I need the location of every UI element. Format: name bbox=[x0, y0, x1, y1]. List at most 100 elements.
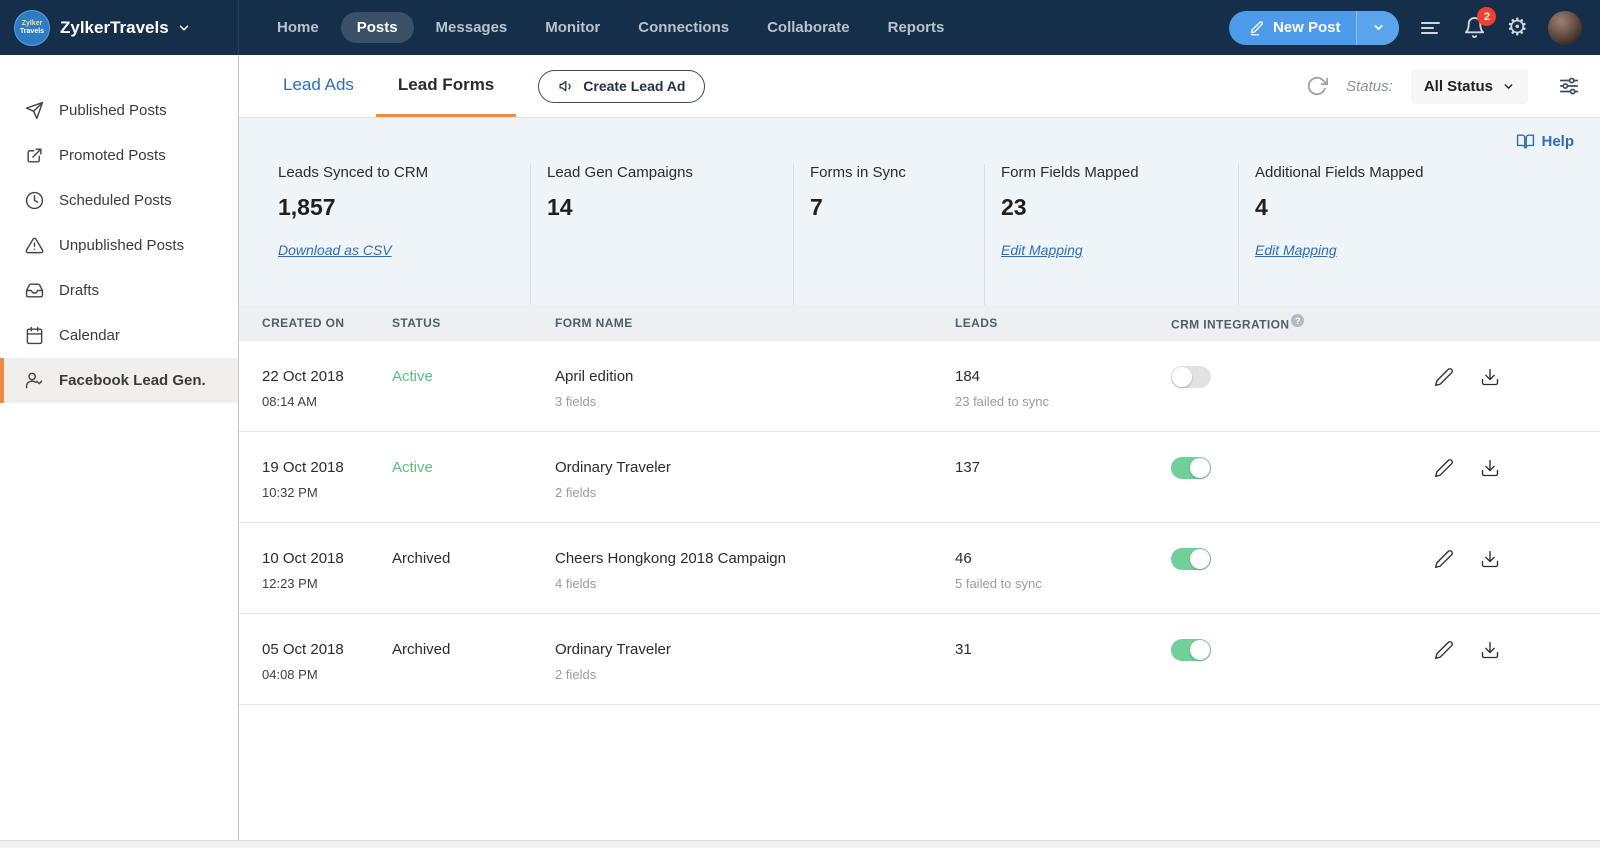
table-row: 22 Oct 2018 08:14 AM Active April editio… bbox=[239, 341, 1600, 432]
leads-count: 137 bbox=[955, 459, 1171, 476]
edit-form-button[interactable] bbox=[1434, 640, 1454, 704]
nav-messages[interactable]: Messages bbox=[420, 12, 524, 43]
header-controls: Status: All Status bbox=[1306, 55, 1600, 117]
help-link[interactable]: Help bbox=[1516, 132, 1574, 151]
download-icon bbox=[1480, 549, 1500, 569]
header-crm-integration: CRM INTEGRATION? bbox=[1171, 314, 1397, 332]
sidebar-item-label: Unpublished Posts bbox=[59, 237, 184, 254]
create-lead-ad-label: Create Lead Ad bbox=[583, 78, 685, 94]
app-root: Zylker Travels ZylkerTravels Home Posts … bbox=[0, 0, 1600, 848]
download-leads-button[interactable] bbox=[1480, 367, 1500, 431]
tab-lead-ads[interactable]: Lead Ads bbox=[261, 55, 376, 117]
brand-switcher[interactable]: Zylker Travels ZylkerTravels bbox=[0, 0, 239, 55]
brand-name: ZylkerTravels bbox=[60, 18, 169, 38]
crm-sync-toggle[interactable] bbox=[1171, 457, 1211, 479]
list-icon bbox=[1419, 16, 1443, 40]
sidebar-item-scheduled-posts[interactable]: Scheduled Posts bbox=[0, 178, 238, 223]
stat-additional-fields-mapped: Additional Fields Mapped 4 Edit Mapping bbox=[1238, 164, 1600, 305]
download-icon bbox=[1480, 367, 1500, 387]
stat-campaigns: Lead Gen Campaigns 14 bbox=[530, 164, 793, 305]
nav-reports[interactable]: Reports bbox=[872, 12, 961, 43]
download-leads-button[interactable] bbox=[1480, 458, 1500, 522]
new-post-button[interactable]: New Post bbox=[1229, 11, 1400, 45]
form-name: April edition bbox=[555, 368, 955, 385]
sidebar-item-unpublished-posts[interactable]: Unpublished Posts bbox=[0, 223, 238, 268]
row-time: 10:32 PM bbox=[262, 485, 392, 500]
create-lead-ad-button[interactable]: Create Lead Ad bbox=[538, 70, 705, 103]
status-filter-label: Status: bbox=[1346, 78, 1393, 95]
sidebar-item-facebook-lead-gen[interactable]: Facebook Lead Gen. bbox=[0, 358, 238, 403]
user-avatar[interactable] bbox=[1548, 11, 1582, 45]
nav-posts[interactable]: Posts bbox=[341, 12, 414, 43]
stat-leads-synced: Leads Synced to CRM 1,857 Download as CS… bbox=[239, 164, 530, 305]
header-created-on: CREATED ON bbox=[239, 316, 392, 330]
nav-home[interactable]: Home bbox=[261, 12, 335, 43]
row-time: 04:08 PM bbox=[262, 667, 392, 682]
activity-list-button[interactable] bbox=[1419, 16, 1443, 40]
pencil-icon bbox=[1434, 549, 1454, 569]
sidebar-item-label: Calendar bbox=[59, 327, 120, 344]
edit-mapping-link[interactable]: Edit Mapping bbox=[1001, 242, 1083, 258]
crm-sync-toggle[interactable] bbox=[1171, 639, 1211, 661]
book-icon bbox=[1516, 132, 1535, 151]
edit-form-button[interactable] bbox=[1434, 367, 1454, 431]
sidebar-item-label: Promoted Posts bbox=[59, 147, 166, 164]
leads-failed-note: 23 failed to sync bbox=[955, 394, 1171, 409]
table-header: CREATED ON STATUS FORM NAME LEADS CRM IN… bbox=[239, 305, 1600, 341]
table-row: 19 Oct 2018 10:32 PM Active Ordinary Tra… bbox=[239, 432, 1600, 523]
notifications-button[interactable]: 2 bbox=[1463, 16, 1486, 39]
edit-form-button[interactable] bbox=[1434, 458, 1454, 522]
sidebar-item-label: Facebook Lead Gen. bbox=[59, 372, 206, 389]
table-row: 10 Oct 2018 12:23 PM Archived Cheers Hon… bbox=[239, 523, 1600, 614]
download-leads-button[interactable] bbox=[1480, 640, 1500, 704]
download-csv-link[interactable]: Download as CSV bbox=[278, 242, 392, 258]
clock-icon bbox=[25, 191, 44, 210]
table-row: 05 Oct 2018 04:08 PM Archived Ordinary T… bbox=[239, 614, 1600, 705]
header-leads: LEADS bbox=[955, 316, 1171, 330]
filter-button[interactable] bbox=[1558, 75, 1580, 97]
help-question-icon[interactable]: ? bbox=[1291, 314, 1304, 327]
topbar: Zylker Travels ZylkerTravels Home Posts … bbox=[0, 0, 1600, 55]
form-name: Ordinary Traveler bbox=[555, 459, 955, 476]
lead-gen-icon bbox=[25, 371, 44, 390]
nav-monitor[interactable]: Monitor bbox=[529, 12, 616, 43]
chevron-down-icon bbox=[177, 21, 191, 35]
stat-forms-in-sync: Forms in Sync 7 bbox=[793, 164, 984, 305]
leads-count: 184 bbox=[955, 368, 1171, 385]
pencil-icon bbox=[1434, 640, 1454, 660]
form-fields-count: 3 fields bbox=[555, 394, 955, 409]
row-date: 10 Oct 2018 bbox=[262, 550, 392, 567]
status-badge: Active bbox=[392, 459, 433, 476]
refresh-button[interactable] bbox=[1306, 75, 1328, 97]
edit-mapping-link[interactable]: Edit Mapping bbox=[1255, 242, 1337, 258]
new-post-dropdown[interactable] bbox=[1357, 11, 1399, 45]
download-icon bbox=[1480, 458, 1500, 478]
status-filter-dropdown[interactable]: All Status bbox=[1411, 69, 1528, 104]
nav-connections[interactable]: Connections bbox=[622, 12, 745, 43]
nav-collaborate[interactable]: Collaborate bbox=[751, 12, 866, 43]
notification-badge: 2 bbox=[1477, 7, 1496, 26]
sidebar-item-published-posts[interactable]: Published Posts bbox=[0, 88, 238, 133]
content: Lead Ads Lead Forms Create Lead Ad Statu… bbox=[239, 55, 1600, 848]
sidebar-item-calendar[interactable]: Calendar bbox=[0, 313, 238, 358]
form-fields-count: 2 fields bbox=[555, 667, 955, 682]
crm-sync-toggle[interactable] bbox=[1171, 548, 1211, 570]
crm-sync-toggle[interactable] bbox=[1171, 366, 1211, 388]
sidebar-item-promoted-posts[interactable]: Promoted Posts bbox=[0, 133, 238, 178]
status-badge: Archived bbox=[392, 550, 450, 567]
tab-lead-forms[interactable]: Lead Forms bbox=[376, 55, 516, 117]
edit-form-button[interactable] bbox=[1434, 549, 1454, 613]
sidebar-item-label: Scheduled Posts bbox=[59, 192, 172, 209]
brand-logo-icon: Zylker Travels bbox=[14, 10, 50, 46]
download-leads-button[interactable] bbox=[1480, 549, 1500, 613]
sidebar: Published Posts Promoted Posts Scheduled… bbox=[0, 55, 239, 848]
main-nav: Home Posts Messages Monitor Connections … bbox=[261, 12, 960, 43]
status-badge: Archived bbox=[392, 641, 450, 658]
warning-icon bbox=[25, 236, 44, 255]
sliders-icon bbox=[1558, 75, 1580, 97]
row-date: 22 Oct 2018 bbox=[262, 368, 392, 385]
sidebar-item-drafts[interactable]: Drafts bbox=[0, 268, 238, 313]
form-name: Ordinary Traveler bbox=[555, 641, 955, 658]
download-icon bbox=[1480, 640, 1500, 660]
settings-button[interactable]: ⚙ bbox=[1506, 16, 1528, 40]
